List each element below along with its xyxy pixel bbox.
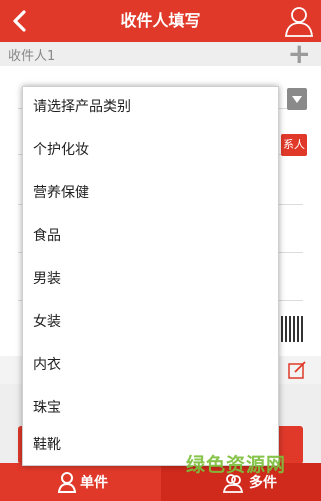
- user-icon: [57, 472, 77, 493]
- dropdown-option[interactable]: 男装: [23, 259, 278, 299]
- edit-icon[interactable]: [287, 360, 307, 380]
- barcode-scan-icon[interactable]: [281, 316, 303, 342]
- tab-single[interactable]: 单件: [0, 463, 161, 501]
- user-outline-icon[interactable]: [283, 4, 315, 38]
- top-bar: 收件人填写: [0, 0, 321, 42]
- page-title: 收件人填写: [120, 11, 201, 30]
- dropdown-option[interactable]: 珠宝: [23, 388, 278, 428]
- dropdown-option[interactable]: 女装: [23, 302, 278, 342]
- watermark-text: 绿色资源网: [186, 454, 287, 476]
- product-category-dropdown: 请选择产品类别 个护化妆 营养保健 食品 男装 女装 内衣 珠宝 鞋靴: [22, 86, 279, 466]
- dropdown-option[interactable]: 请选择产品类别: [23, 87, 278, 127]
- dropdown-option[interactable]: 营养保健: [23, 173, 278, 213]
- dropdown-option[interactable]: 食品: [23, 216, 278, 256]
- recipient-label: 收件人1: [8, 49, 56, 64]
- dropdown-option[interactable]: 个护化妆: [23, 130, 278, 170]
- contacts-button[interactable]: 系人: [281, 134, 307, 156]
- recipient-header: 收件人1 +: [0, 40, 321, 68]
- tab-single-label: 单件: [80, 475, 108, 491]
- select-arrow-icon[interactable]: [287, 88, 307, 110]
- dropdown-option[interactable]: 内衣: [23, 345, 278, 385]
- plus-icon[interactable]: +: [288, 40, 311, 68]
